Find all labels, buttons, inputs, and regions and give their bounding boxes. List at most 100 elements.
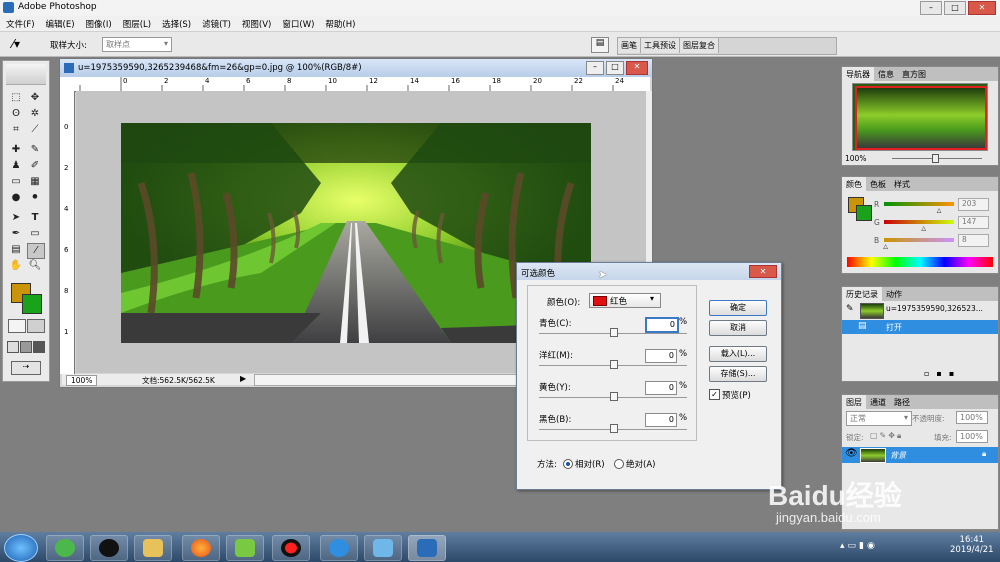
color-select[interactable]: 红色 ▾ — [589, 293, 661, 308]
palette-well-tool-presets[interactable]: 工具预设 — [641, 38, 680, 53]
document-minimize-button[interactable]: – — [586, 61, 604, 75]
layer-row-background[interactable]: 👁︎ 背景 🔒︎ — [842, 447, 998, 463]
slider-g-knob[interactable]: △ — [921, 225, 926, 232]
crop-tool-icon[interactable]: ⌗ — [8, 123, 24, 137]
slider-r-knob[interactable]: △ — [937, 207, 942, 214]
shape-tool-icon[interactable]: ▭ — [27, 227, 43, 241]
quick-mask-mode-icon[interactable] — [27, 319, 45, 333]
document-maximize-button[interactable]: □ — [606, 61, 624, 75]
menu-view[interactable]: 视图(V) — [236, 16, 276, 30]
value-b[interactable]: 8 — [958, 234, 989, 247]
healing-brush-tool-icon[interactable]: ✚ — [8, 143, 24, 157]
palette-well-layer-comps[interactable]: 图层复合 — [680, 38, 719, 53]
black-slider-knob[interactable] — [610, 424, 618, 433]
tab-history[interactable]: 历史记录 — [842, 287, 882, 301]
jump-to-imageready-icon[interactable]: ⇢ — [11, 361, 41, 375]
taskbar-app-360[interactable] — [46, 535, 84, 561]
notes-tool-icon[interactable]: ▤ — [8, 243, 24, 257]
system-tray-icons[interactable]: ▴▭▮◉ — [840, 541, 878, 551]
yellow-slider-knob[interactable] — [610, 392, 618, 401]
palette-well-brushes[interactable]: 画笔 — [618, 38, 641, 53]
dialog-close-button[interactable]: ✕ — [749, 265, 777, 278]
clock[interactable]: 16:41 2019/4/21 — [950, 535, 994, 555]
eye-visibility-icon[interactable]: 👁︎ — [845, 448, 858, 459]
tab-actions[interactable]: 动作 — [882, 287, 906, 301]
marquee-tool-icon[interactable]: ⬚ — [8, 91, 24, 105]
menu-file[interactable]: 文件(F) — [0, 16, 40, 30]
history-footer-icons[interactable]: ▫▪▪ — [924, 369, 961, 378]
snapshot-thumbnail[interactable] — [860, 303, 884, 319]
tab-layers[interactable]: 图层 — [842, 395, 866, 409]
preview-checkbox[interactable]: ✓ — [709, 389, 720, 400]
magic-wand-tool-icon[interactable]: ✲ — [27, 107, 43, 121]
lock-icons[interactable]: ▢✎✥🔒︎ — [870, 431, 903, 441]
menu-filter[interactable]: 滤镜(T) — [196, 16, 236, 30]
lasso-tool-icon[interactable]: ʘ — [8, 107, 24, 121]
relative-radio[interactable] — [563, 459, 573, 469]
fill-field[interactable]: 100% — [956, 430, 988, 443]
eyedropper-tool-icon[interactable]: ⁄ — [27, 243, 45, 259]
maximize-button[interactable]: □ — [944, 1, 966, 15]
ok-button[interactable]: 确定 — [709, 300, 767, 316]
history-step-selected[interactable]: ▤ 打开 — [842, 320, 998, 334]
gradient-tool-icon[interactable]: ▦ — [27, 175, 43, 189]
value-g[interactable]: 147 — [958, 216, 989, 229]
snapshot-name[interactable]: u=1975359590,326523... — [886, 304, 983, 313]
taskbar-app-firefox[interactable] — [182, 535, 220, 561]
slider-r-track[interactable] — [884, 202, 954, 206]
slider-b-track[interactable] — [884, 238, 954, 242]
status-menu-arrow-icon[interactable]: ▶ — [240, 374, 246, 383]
navigator-thumbnail[interactable] — [852, 83, 988, 151]
minimize-button[interactable]: – — [920, 1, 942, 15]
windows-start-icon[interactable] — [4, 534, 38, 562]
background-color-swatch[interactable] — [22, 294, 42, 314]
magenta-input[interactable]: 0 — [645, 349, 677, 363]
history-brush-tool-icon[interactable]: ✐ — [27, 159, 43, 173]
taskbar-app-iqiyi[interactable] — [226, 535, 264, 561]
tab-info[interactable]: 信息 — [874, 67, 898, 81]
screen-mode-full-icon[interactable] — [33, 341, 45, 353]
brush-tool-icon[interactable]: ✎ — [27, 143, 43, 157]
hand-tool-icon[interactable]: ✋ — [8, 259, 24, 273]
eyedropper-icon[interactable]: ⁄▾ — [12, 37, 20, 51]
navigator-view-box[interactable] — [855, 86, 987, 150]
taskbar-app-media[interactable] — [320, 535, 358, 561]
feather-logo-icon[interactable] — [6, 64, 46, 85]
zoom-tool-icon[interactable]: 🔍︎ — [27, 259, 43, 273]
type-tool-icon[interactable]: T — [27, 211, 43, 225]
blend-mode-select[interactable]: 正常 ▾ — [846, 411, 912, 426]
opacity-field[interactable]: 100% — [956, 411, 988, 424]
slider-g-track[interactable] — [884, 220, 954, 224]
menu-image[interactable]: 图像(I) — [80, 16, 117, 30]
color-panel-background-swatch[interactable] — [856, 205, 872, 221]
standard-mode-icon[interactable] — [8, 319, 26, 333]
cancel-button[interactable]: 取消 — [709, 320, 767, 336]
taskbar-app-explorer[interactable] — [134, 535, 172, 561]
file-browser-icon[interactable]: ▤ — [591, 37, 609, 53]
document-close-button[interactable]: ✕ — [626, 61, 648, 75]
tab-channels[interactable]: 通道 — [866, 395, 890, 409]
navigator-zoom-knob[interactable] — [932, 154, 939, 163]
menu-select[interactable]: 选择(S) — [156, 16, 196, 30]
black-input[interactable]: 0 — [645, 413, 677, 427]
pen-tool-icon[interactable]: ✒ — [8, 227, 24, 241]
eraser-tool-icon[interactable]: ▭ — [8, 175, 24, 189]
absolute-radio[interactable] — [614, 459, 624, 469]
menu-edit[interactable]: 编辑(E) — [40, 16, 80, 30]
layer-name[interactable]: 背景 — [890, 450, 906, 461]
tab-styles[interactable]: 样式 — [890, 177, 914, 191]
magenta-slider-knob[interactable] — [610, 360, 618, 369]
zoom-field[interactable]: 100% — [66, 375, 98, 386]
tab-paths[interactable]: 路径 — [890, 395, 914, 409]
slice-tool-icon[interactable]: ⟋ — [27, 123, 43, 137]
sample-size-select[interactable]: 取样点 ▾ — [102, 37, 172, 52]
value-r[interactable]: 203 — [958, 198, 989, 211]
blur-tool-icon[interactable]: ● — [8, 191, 24, 205]
save-button[interactable]: 存储(S)... — [709, 366, 767, 382]
tab-color[interactable]: 颜色 — [842, 177, 866, 191]
taskbar-app-recorder[interactable] — [272, 535, 310, 561]
cyan-input[interactable]: 0 — [645, 317, 679, 333]
tab-swatches[interactable]: 色板 — [866, 177, 890, 191]
load-button[interactable]: 载入(L)... — [709, 346, 767, 362]
menu-layer[interactable]: 图层(L) — [117, 16, 156, 30]
